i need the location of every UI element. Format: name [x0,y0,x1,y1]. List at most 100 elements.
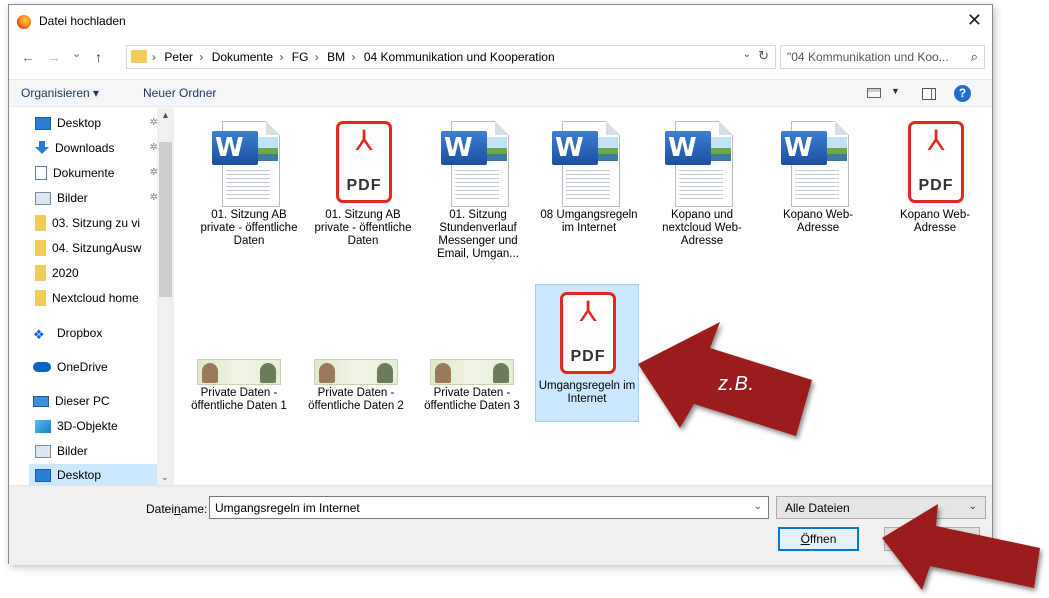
folder-icon [35,240,46,256]
search-input[interactable]: "04 Kommunikation und Koo... ⌕ [780,45,985,69]
scroll-up-icon[interactable]: ▲ [161,110,170,120]
open-button[interactable]: Öffnen [778,527,859,551]
pictures-icon [35,191,51,205]
chevron-down-icon[interactable]: ⌄ [754,501,762,512]
desktop-icon [35,116,51,130]
breadcrumb-item[interactable]: BM [327,50,345,64]
file-name: Private Daten - öffentliche Daten 3 [424,387,520,412]
file-item[interactable]: ⅄ PDF Kopano Web-Adresse [883,119,987,235]
file-item-selected[interactable]: ⅄ PDF Umgangsregeln im Internet [535,284,639,422]
file-name: 01. Sitzung AB private - öffentliche Dat… [200,209,298,247]
up-arrow-icon[interactable]: ↑ [95,49,102,65]
new-folder-button[interactable]: Neuer Ordner [143,86,216,100]
file-item[interactable]: W 08 Umgangsregeln im Internet [537,119,641,235]
chevron-right-icon: › [152,50,156,64]
pictures-icon [35,444,51,458]
sidebar-item-label: 03. Sitzung zu vi [52,216,141,230]
sidebar-item-pictures[interactable]: Bilder [35,440,170,462]
sidebar-item-label: Bilder [57,191,88,205]
dialog-title: Datei hochladen [39,14,126,28]
organize-button[interactable]: Organisieren ▾ [21,86,99,100]
sidebar-item-folder[interactable]: 04. SitzungAusw [35,237,170,259]
chevron-right-icon: › [314,50,319,64]
file-item[interactable]: W 01. Sitzung Stundenverlauf Messenger u… [426,119,530,261]
filename-value: Umgangsregeln im Internet [215,501,360,515]
image-thumbnail-icon [197,359,281,385]
file-item[interactable]: W Kopano Web-Adresse [766,119,870,235]
filename-input[interactable]: Umgangsregeln im Internet ⌄ [209,496,769,519]
sidebar-item-onedrive[interactable]: OneDrive [33,356,168,378]
pdf-document-icon: ⅄ PDF [550,290,624,380]
sidebar-item-this-pc[interactable]: Dieser PC [33,390,168,412]
file-name: 08 Umgangsregeln im Internet [540,209,638,234]
3d-objects-icon [35,419,51,433]
file-type-value: Alle Dateien [785,501,850,515]
breadcrumb-item[interactable]: FG [292,50,309,64]
sidebar-item-3d-objects[interactable]: 3D-Objekte [35,415,170,437]
sidebar-scrollbar[interactable]: ▲ ⌄ [157,108,174,485]
word-document-icon: W [665,119,739,209]
view-dropdown-icon[interactable]: ▼ [891,86,900,96]
chevron-down-icon[interactable]: ⌄ [743,49,751,60]
preview-pane-icon[interactable] [922,88,936,100]
documents-icon [35,166,47,180]
sidebar-item-label: Nextcloud home [52,291,139,305]
view-options-icon[interactable] [867,88,881,98]
annotation-label: z.B. [718,373,755,395]
sidebar-item-label: Desktop [57,116,102,130]
sidebar-item-label: 3D-Objekte [57,419,118,433]
sidebar-item-folder[interactable]: 2020 [35,262,170,284]
breadcrumb-item[interactable]: 04 Kommunikation und Kooperation [364,50,555,64]
help-icon[interactable]: ? [954,85,971,102]
refresh-icon[interactable]: ↻ [758,48,769,64]
word-document-icon: W [212,119,286,209]
recent-locations-icon[interactable]: ⌄ [72,47,81,60]
annotation-arrow-open [882,504,1040,590]
sidebar-item-label: 2020 [52,266,79,280]
file-name: Kopano Web-Adresse [782,209,854,234]
file-item[interactable]: Private Daten - öffentliche Daten 2 [304,297,408,413]
file-item[interactable]: Private Daten - öffentliche Daten 1 [187,297,291,413]
sidebar-item-label: Downloads [55,141,115,155]
file-item[interactable]: ⅄ PDF 01. Sitzung AB private - öffentlich… [311,119,415,248]
scroll-down-icon[interactable]: ⌄ [161,472,169,483]
chevron-right-icon: › [351,50,356,64]
forward-arrow-icon[interactable]: → [47,49,61,65]
filename-label: Dateiname: [146,502,208,516]
file-name: 01. Sitzung AB private - öffentliche Dat… [314,209,412,247]
sidebar-item-desktop[interactable]: Desktop [29,464,172,485]
breadcrumb: › Peter › Dokumente › FG › BM › 04 Kommu… [152,50,558,64]
sidebar-item-folder[interactable]: 03. Sitzung zu vi [35,212,170,234]
image-thumbnail-icon [314,359,398,385]
downloads-icon [35,141,49,155]
firefox-icon [17,15,31,29]
sidebar-item-label: Dieser PC [55,394,110,408]
file-name: Kopano Web-Adresse [899,209,971,234]
address-bar[interactable]: › Peter › Dokumente › FG › BM › 04 Kommu… [126,45,776,69]
navigation-pane: Desktop ✲ Downloads ✲ Dokumente ✲ Bilder… [9,108,174,485]
file-name: Umgangsregeln im Internet [538,380,636,405]
sidebar-item-dropbox[interactable]: ❖ Dropbox [33,322,168,344]
file-item[interactable]: W 01. Sitzung AB private - öffentliche D… [197,119,301,248]
breadcrumb-item[interactable]: Peter [164,50,193,64]
word-document-icon: W [552,119,626,209]
file-item[interactable]: W Kopano und nextcloud Web-Adresse [650,119,754,248]
word-document-icon: W [441,119,515,209]
file-name-bar: Dateiname: Umgangsregeln im Internet ⌄ A… [9,485,992,565]
pdf-document-icon: ⅄ PDF [898,119,972,209]
file-item[interactable]: Private Daten - öffentliche Daten 3 [420,297,524,413]
search-icon[interactable]: ⌕ [971,49,978,65]
folder-icon [35,215,46,231]
pc-icon [33,395,49,407]
toolbar: Organisieren ▾ Neuer Ordner ▼ ? [9,79,992,107]
file-name: Kopano und nextcloud Web-Adresse [662,209,742,247]
scrollbar-thumb[interactable] [159,142,172,297]
breadcrumb-item[interactable]: Dokumente [212,50,273,64]
file-name: 01. Sitzung Stundenverlauf Messenger und… [437,209,519,260]
desktop-icon [35,468,51,482]
title-bar: Datei hochladen ✕ [9,5,992,37]
close-icon[interactable]: ✕ [967,10,982,31]
folder-icon [35,265,46,281]
sidebar-item-folder[interactable]: Nextcloud home [35,287,170,309]
back-arrow-icon[interactable]: ← [21,49,35,65]
